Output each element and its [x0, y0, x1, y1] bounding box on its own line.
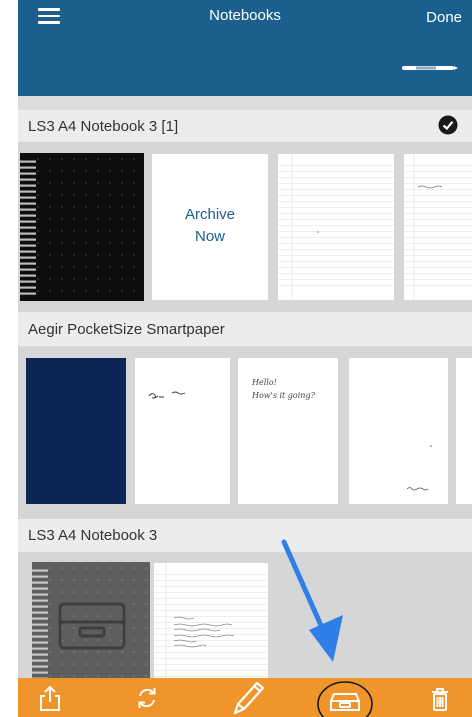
annotation-arrow	[281, 539, 343, 662]
notebooks-screen: Notebooks Done LS3 A4 Notebook 3 [1] Arc…	[18, 0, 472, 717]
